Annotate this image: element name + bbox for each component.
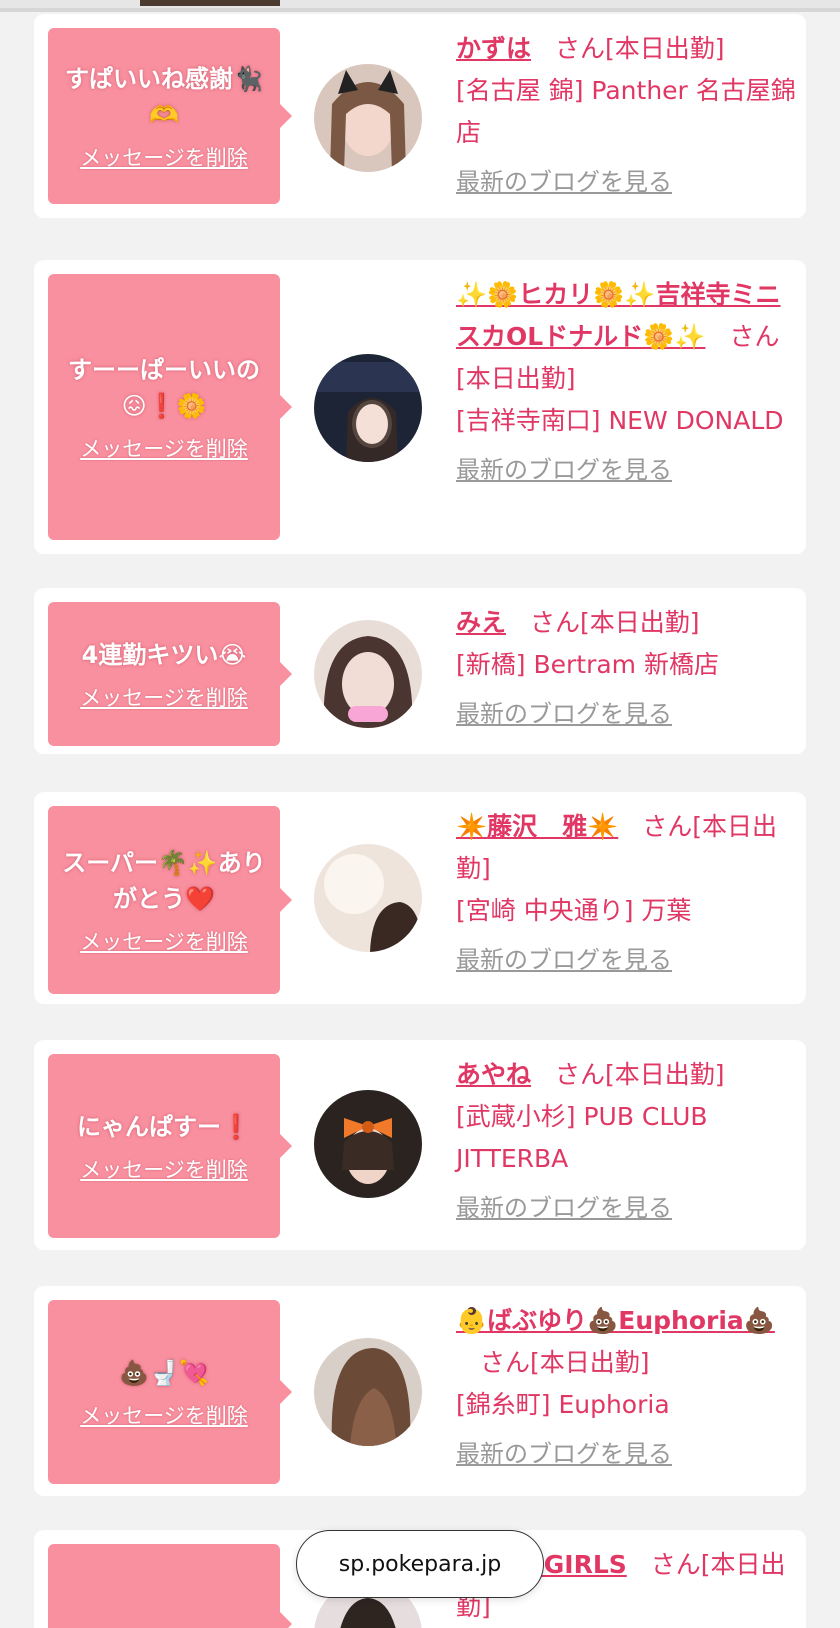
message-bubble: 💩🚽💘 メッセージを削除 (48, 1300, 292, 1484)
delete-message-link[interactable]: メッセージを削除 (80, 145, 248, 171)
latest-blog-link[interactable]: 最新のブログを見る (456, 1436, 672, 1472)
cast-info: あやね さん[本日出勤] [武蔵小杉] PUB CLUB JITTERBA 最新の… (456, 1054, 796, 1229)
cast-status: さん[本日出勤] (530, 608, 700, 637)
delete-message-link[interactable]: メッセージを削除 (80, 685, 248, 711)
delete-message-link[interactable]: メッセージを削除 (80, 1403, 248, 1429)
message-card: 4連勤キツい😭 メッセージを削除 みえ さん[本日出勤] [新橋] Bertram… (34, 588, 806, 754)
avatar[interactable] (314, 620, 422, 728)
message-text: 4連勤キツい😭 (81, 641, 247, 669)
message-bubble: 🌸 (48, 1544, 292, 1628)
message-card: すぱいいね感謝🐈‍⬛🫶 メッセージを削除 かずは さん[本日出勤] [名古屋 錦]… (34, 14, 806, 218)
message-text: すぱいいね感謝🐈‍⬛🫶 (65, 65, 263, 129)
shop-name: [武蔵小杉] PUB CLUB JITTERBA (456, 1102, 708, 1173)
cast-name-link[interactable]: かずは (456, 34, 531, 63)
cast-info: 👶ばぶゆり💩Euphoria💩 さん[本日出勤] [錦糸町] Euphoria 最… (456, 1300, 796, 1475)
message-card: にゃんぱすー❗️ メッセージを削除 あやね さん[本日出勤] [武蔵小杉] PUB… (34, 1040, 806, 1250)
delete-message-link[interactable]: メッセージを削除 (80, 1157, 248, 1183)
latest-blog-link[interactable]: 最新のブログを見る (456, 1190, 672, 1226)
cast-name-link[interactable]: あやね (456, 1060, 531, 1089)
header-tab-indicator (140, 0, 280, 6)
avatar[interactable] (314, 64, 422, 172)
message-card: スーパー🌴✨ありがとう❤️ メッセージを削除 ✴️藤沢 雅✴️ さん[本日出勤] … (34, 792, 806, 1004)
delete-message-link[interactable]: メッセージを削除 (80, 436, 248, 462)
message-text: にゃんぱすー❗️ (77, 1113, 251, 1141)
shop-name: [吉祥寺南口] NEW DONALD (456, 406, 784, 435)
message-bubble: すぱいいね感謝🐈‍⬛🫶 メッセージを削除 (48, 28, 292, 204)
avatar[interactable] (314, 844, 422, 952)
message-bubble: にゃんぱすー❗️ メッセージを削除 (48, 1054, 292, 1238)
latest-blog-link[interactable]: 最新のブログを見る (456, 696, 672, 732)
cast-info: ✴️藤沢 雅✴️ さん[本日出勤] [宮崎 中央通り] 万葉 最新のブログを見る (456, 806, 796, 981)
message-card: 💩🚽💘 メッセージを削除 👶ばぶゆり💩Euphoria💩 さん[本日出勤] [錦糸… (34, 1286, 806, 1496)
latest-blog-link[interactable]: 最新のブログを見る (456, 452, 672, 488)
avatar[interactable] (314, 1338, 422, 1446)
message-bubble: すーーぱーいいの😖❗️🌼 メッセージを削除 (48, 274, 292, 540)
cast-name-link[interactable]: ✴️藤沢 雅✴️ (456, 812, 618, 841)
avatar[interactable] (314, 354, 422, 462)
cast-name-link[interactable]: 👶ばぶゆり💩Euphoria💩 (456, 1306, 775, 1335)
shop-name: [宮崎 中央通り] 万葉 (456, 896, 692, 925)
message-text: 💩🚽💘 (119, 1359, 209, 1387)
cast-status: さん[本日出勤] (480, 1348, 650, 1377)
url-bar[interactable]: sp.pokepara.jp (296, 1530, 544, 1598)
url-text: sp.pokepara.jp (338, 1551, 502, 1577)
latest-blog-link[interactable]: 最新のブログを見る (456, 942, 672, 978)
cast-info: かずは さん[本日出勤] [名古屋 錦] Panther 名古屋錦店 最新のブログ… (456, 28, 796, 203)
browser-top-bar (0, 0, 840, 12)
latest-blog-link[interactable]: 最新のブログを見る (456, 164, 672, 200)
shop-name: [名古屋 錦] Panther 名古屋錦店 (456, 76, 796, 147)
cast-info: ✨🌼ヒカリ🌼✨吉祥寺ミニスカOLドナルド🌼✨ さん[本日出勤] [吉祥寺南口] N… (456, 274, 796, 491)
avatar[interactable] (314, 1090, 422, 1198)
cast-status: さん[本日出勤] (555, 34, 725, 63)
message-text: すーーぱーいいの😖❗️🌼 (68, 356, 260, 420)
message-card: すーーぱーいいの😖❗️🌼 メッセージを削除 ✨🌼ヒカリ🌼✨吉祥寺ミニスカOLドナ… (34, 260, 806, 554)
message-bubble: 4連勤キツい😭 メッセージを削除 (48, 602, 292, 746)
cast-info: みえ さん[本日出勤] [新橋] Bertram 新橋店 最新のブログを見る (456, 602, 796, 735)
cast-status: さん[本日出勤] (555, 1060, 725, 1089)
shop-name: [新橋] Bertram 新橋店 (456, 650, 719, 679)
cast-name-link[interactable]: みえ (456, 608, 506, 637)
shop-name: [錦糸町] Euphoria (456, 1390, 670, 1419)
message-bubble: スーパー🌴✨ありがとう❤️ メッセージを削除 (48, 806, 292, 994)
delete-message-link[interactable]: メッセージを削除 (80, 929, 248, 955)
message-text: スーパー🌴✨ありがとう❤️ (62, 849, 266, 913)
